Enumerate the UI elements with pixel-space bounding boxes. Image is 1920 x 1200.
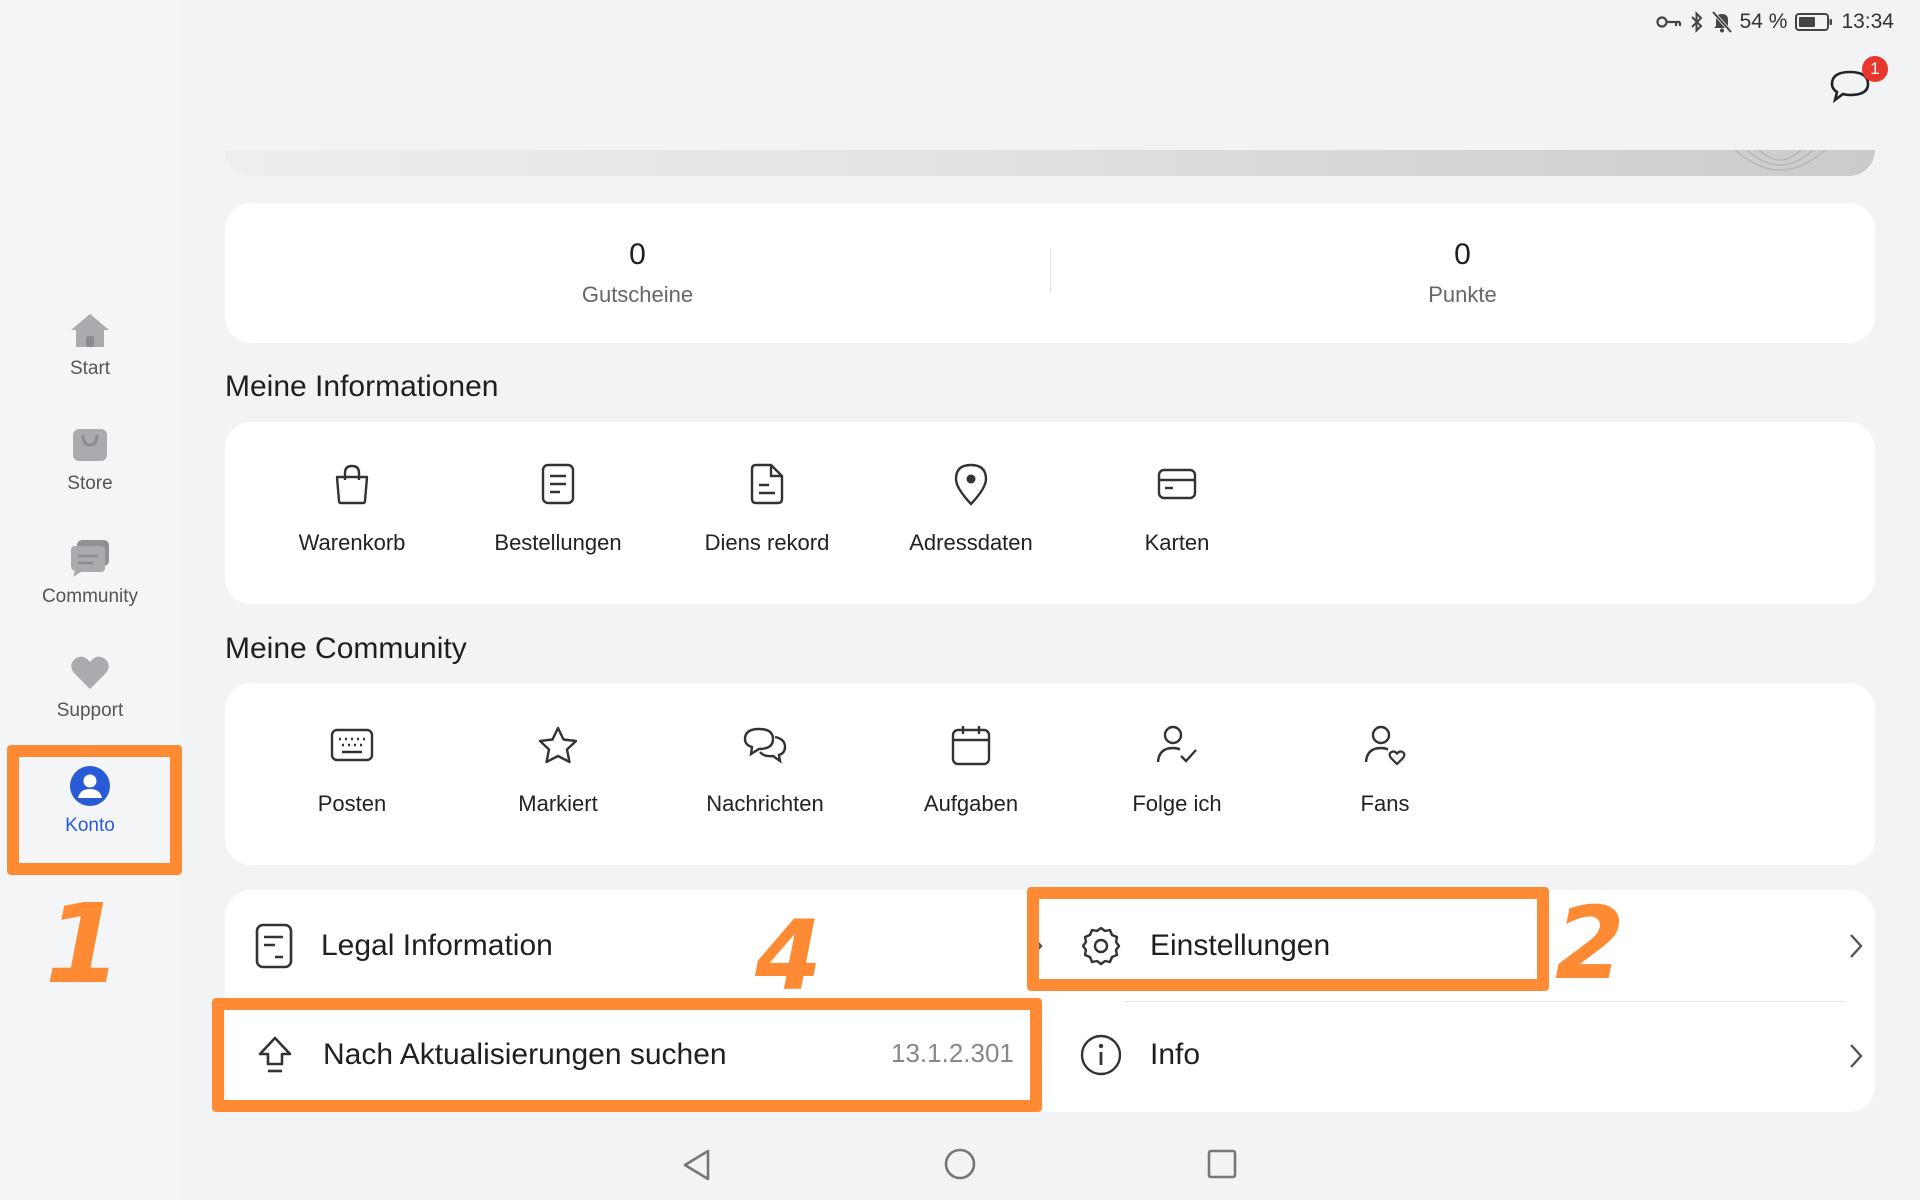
row-label: Info — [1150, 1038, 1201, 1071]
highlight-box-settings — [1027, 887, 1549, 991]
grid-item-label: Adressdaten — [909, 530, 1033, 555]
legal-document-icon — [255, 923, 293, 969]
shopping-bag-icon — [332, 462, 372, 506]
grid-item-label: Folge ich — [1132, 791, 1222, 816]
sidebar-item-store[interactable]: Store — [0, 425, 180, 495]
battery-icon — [1795, 12, 1833, 32]
vouchers-label: Gutscheine — [581, 282, 694, 307]
grid-item-label: Posten — [317, 791, 387, 816]
points-label: Punkte — [1428, 282, 1497, 307]
points-stat[interactable]: 0 Punkte — [1050, 203, 1875, 343]
grid-item-label: Karten — [1144, 530, 1210, 555]
document-icon — [749, 462, 785, 506]
annotation-number-1: 1 — [45, 880, 122, 1008]
mute-bell-icon — [1711, 11, 1732, 33]
community-chat-icon — [69, 538, 111, 578]
annotation-number-2: 2 — [1555, 885, 1625, 1002]
status-bar-right: 54 % 13:34 — [1655, 10, 1894, 34]
legal-information-row[interactable]: Legal Information — [255, 890, 1050, 1002]
sidebar-item-community[interactable]: Community — [0, 538, 180, 608]
calendar-icon — [951, 723, 991, 767]
keyboard-icon — [330, 723, 374, 767]
bluetooth-icon — [1690, 11, 1704, 33]
my-info-card: Warenkorb Bestellungen Diens rekord Adre… — [225, 422, 1875, 604]
messages-button[interactable]: 1 — [1828, 56, 1888, 110]
grid-item-label: Diens rekord — [704, 530, 830, 555]
stats-card: 0 Gutscheine 0 Punkte — [225, 203, 1875, 343]
highlight-box-update — [212, 998, 1042, 1112]
annotation-number-4: 4 — [755, 900, 822, 1012]
grid-item-starred[interactable]: Markiert — [458, 683, 658, 863]
info-row[interactable]: Info — [1080, 1002, 1870, 1108]
grid-item-label: Bestellungen — [494, 530, 622, 555]
credit-card-icon — [1157, 462, 1197, 506]
location-pin-icon — [953, 462, 989, 506]
heart-icon — [69, 652, 111, 692]
home-circle-icon[interactable] — [943, 1147, 977, 1181]
points-count: 0 — [1454, 238, 1471, 271]
clock: 13:34 — [1841, 10, 1894, 33]
chevron-right-icon — [1848, 932, 1864, 960]
sidebar-item-support[interactable]: Support — [0, 652, 180, 722]
battery-percent: 54 % — [1739, 10, 1788, 33]
system-navigation-bar — [0, 1130, 1920, 1200]
account-banner — [225, 150, 1875, 176]
grid-item-service-record[interactable]: Diens rekord — [667, 422, 867, 602]
section-title-my-community: Meine Community — [225, 632, 467, 665]
sidebar-item-label: Start — [69, 358, 111, 379]
row-label: Legal Information — [321, 929, 553, 962]
info-icon — [1080, 1034, 1122, 1076]
grid-item-fans[interactable]: Fans — [1285, 683, 1485, 863]
grid-item-label: Fans — [1360, 791, 1410, 816]
grid-item-tasks[interactable]: Aufgaben — [871, 683, 1071, 863]
grid-item-label: Nachrichten — [706, 791, 824, 816]
highlight-box-konto — [7, 745, 182, 875]
grid-item-label: Aufgaben — [923, 791, 1019, 816]
sidebar: Start Store Community Support Konto — [0, 0, 180, 1200]
grid-item-cards[interactable]: Karten — [1077, 422, 1277, 602]
recents-square-icon[interactable] — [1206, 1148, 1238, 1180]
my-community-card: Posten Markiert Nachrichten Aufgaben Fol… — [225, 683, 1875, 865]
grid-item-address[interactable]: Adressdaten — [871, 422, 1071, 602]
section-title-my-info: Meine Informationen — [225, 370, 499, 403]
user-heart-icon — [1363, 723, 1407, 767]
grid-item-label: Markiert — [518, 791, 598, 816]
sidebar-item-start[interactable]: Start — [0, 310, 180, 380]
sidebar-item-label: Community — [41, 586, 139, 607]
chevron-right-icon — [1848, 1042, 1864, 1070]
sidebar-item-label: Store — [67, 473, 113, 494]
user-check-icon — [1155, 723, 1199, 767]
star-icon — [537, 723, 579, 767]
chat-bubbles-icon — [742, 723, 788, 767]
messages-badge: 1 — [1862, 56, 1888, 82]
grid-item-cart[interactable]: Warenkorb — [252, 422, 452, 602]
grid-item-orders[interactable]: Bestellungen — [458, 422, 658, 602]
grid-item-messages[interactable]: Nachrichten — [665, 683, 865, 863]
document-list-icon — [540, 462, 576, 506]
grid-item-following[interactable]: Folge ich — [1077, 683, 1277, 863]
vouchers-count: 0 — [629, 238, 646, 271]
home-icon — [68, 310, 112, 350]
vpn-key-icon — [1655, 14, 1682, 30]
shopping-bag-icon — [70, 425, 110, 465]
grid-item-label: Warenkorb — [298, 530, 406, 555]
sidebar-item-label: Support — [56, 700, 124, 721]
grid-item-posts[interactable]: Posten — [252, 683, 452, 863]
back-triangle-icon[interactable] — [680, 1148, 714, 1182]
vouchers-stat[interactable]: 0 Gutscheine — [225, 203, 1050, 343]
